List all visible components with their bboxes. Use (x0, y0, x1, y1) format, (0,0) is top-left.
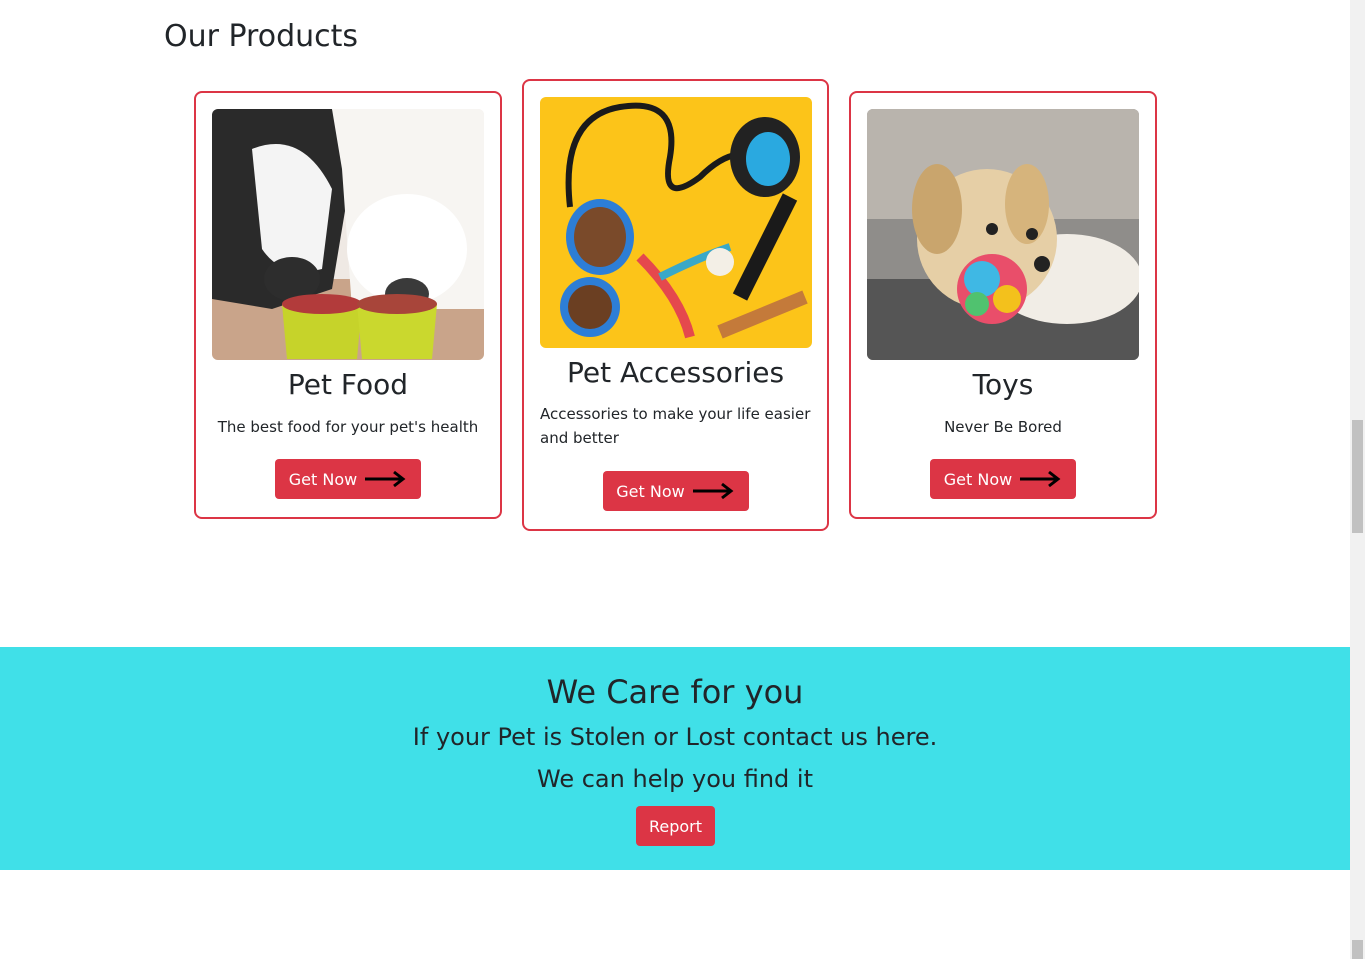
button-label: Get Now (943, 469, 1013, 489)
scroll-down-button[interactable] (1352, 940, 1363, 959)
get-now-button[interactable]: Get Now (602, 471, 749, 511)
product-title: Pet Food (287, 368, 409, 401)
arrow-right-icon (1020, 470, 1061, 488)
care-subtext: We can help you find it (537, 765, 813, 793)
pet-food-image (212, 109, 484, 360)
product-card-toys: Toys Never Be Bored Get Now (849, 91, 1157, 519)
product-description: The best food for your pet's health (217, 418, 479, 436)
button-label: Get Now (288, 469, 358, 489)
section-title: Our Products (164, 19, 359, 54)
get-now-button[interactable]: Get Now (275, 459, 421, 499)
care-title: We Care for you (546, 673, 804, 711)
product-description: Accessories to make your life easier and… (540, 405, 811, 447)
product-card-pet-food: Pet Food The best food for your pet's he… (194, 91, 502, 519)
pet-accessories-image (540, 97, 812, 348)
product-card-pet-accessories: Pet Accessories Accessories to make your… (522, 79, 829, 531)
scrollbar-thumb[interactable] (1352, 420, 1363, 533)
arrow-right-icon (365, 470, 406, 488)
care-banner: We Care for you If your Pet is Stolen or… (0, 647, 1350, 870)
product-title: Pet Accessories (566, 356, 785, 389)
product-title: Toys (972, 368, 1034, 401)
arrow-right-icon (692, 482, 734, 500)
toys-image (867, 109, 1139, 360)
button-label: Get Now (616, 481, 685, 501)
get-now-button[interactable]: Get Now (930, 459, 1076, 499)
page: Our Products Pet Food The best food for … (0, 0, 1350, 959)
product-description: Never Be Bored (944, 418, 1062, 436)
vertical-scrollbar[interactable] (1350, 0, 1365, 959)
care-message: If your Pet is Stolen or Lost contact us… (412, 723, 938, 751)
report-button[interactable]: Report (636, 806, 715, 846)
